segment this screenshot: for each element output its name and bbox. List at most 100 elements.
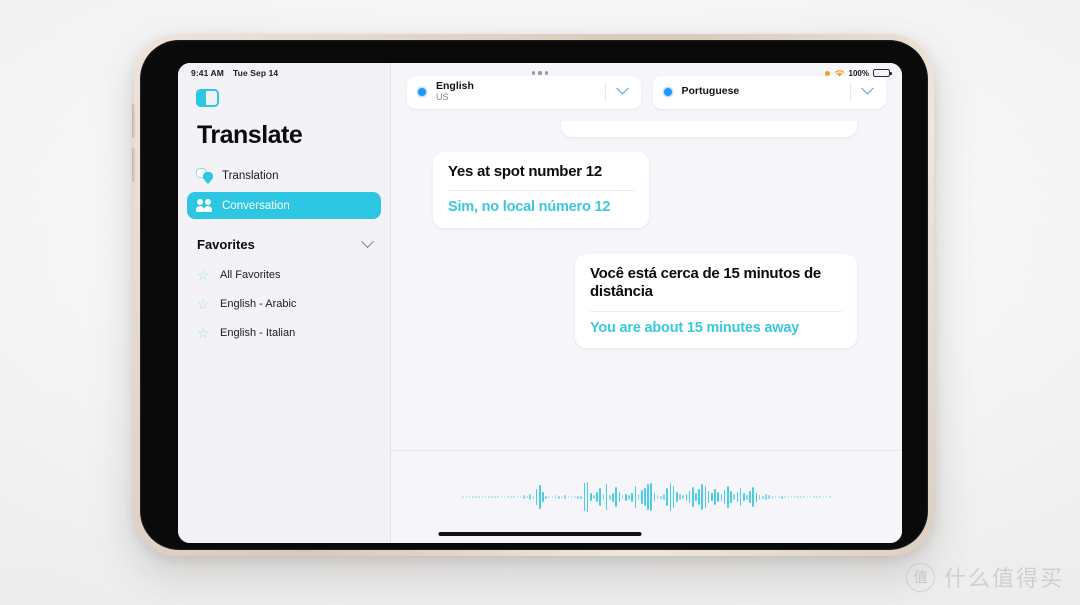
waveform-bar	[503, 496, 506, 498]
divider	[590, 310, 842, 312]
message-bubble[interactable]: Yes at spot number 12 Sim, no local núme…	[433, 152, 649, 228]
conversation-scroll-area[interactable]: Yes at spot number 12 Sim, no local núme…	[391, 121, 902, 451]
waveform-bar	[688, 491, 691, 503]
waveform-bar	[615, 487, 618, 507]
waveform-bar	[723, 490, 726, 504]
waveform-bar	[529, 494, 531, 500]
waveform-bar	[583, 483, 586, 511]
waveform-bar	[787, 496, 790, 498]
main-content: English US Portuguese Yes at spot number…	[391, 63, 902, 543]
star-icon: ☆	[196, 267, 210, 283]
page-title: Translate	[197, 121, 303, 149]
waveform-bar	[478, 496, 480, 498]
waveform-bar	[717, 492, 720, 502]
chevron-down-icon[interactable]	[361, 235, 374, 249]
waveform-bar	[542, 492, 544, 502]
waveform-bar	[813, 496, 815, 498]
waveform-bar	[755, 492, 758, 502]
watermark-text: 什么值得买	[943, 567, 1064, 592]
waveform-bar	[602, 494, 605, 500]
waveform-bar	[762, 495, 764, 499]
target-language-name: Portuguese	[681, 85, 740, 98]
waveform-bar	[586, 482, 589, 512]
waveform-bar	[720, 493, 723, 501]
microphone-input-area[interactable]	[391, 451, 902, 543]
sidebar: Translate Translation Conversation Favor…	[178, 63, 391, 543]
waveform-bar	[781, 495, 783, 499]
waveform-bar	[516, 496, 519, 498]
sidebar-item-label: Translation	[222, 169, 279, 182]
waveform-bar	[637, 494, 640, 500]
star-icon: ☆	[196, 325, 210, 341]
waveform-bar	[816, 496, 818, 498]
message-bubble[interactable]: Você está cerca de 15 minutos de distânc…	[575, 254, 857, 349]
target-language-selector[interactable]: Portuguese	[652, 75, 886, 109]
selected-radio-dot-icon	[418, 88, 426, 96]
favorite-item-english-italian[interactable]: ☆ English - Italian	[187, 320, 381, 346]
waveform-bar	[711, 493, 713, 501]
waveform-bar	[771, 495, 774, 499]
favorites-header[interactable]: Favorites	[197, 235, 374, 252]
waveform-bar	[768, 495, 771, 499]
waveform-bar	[494, 496, 496, 498]
two-people-icon	[196, 198, 213, 213]
sidebar-toggle-icon[interactable]	[196, 89, 219, 107]
waveform-bar	[739, 488, 742, 506]
divider	[850, 82, 851, 102]
waveform-bar	[765, 494, 767, 500]
favorites-list: ☆ All Favorites ☆ English - Arabic ☆ Eng…	[178, 262, 390, 346]
waveform-bar	[475, 496, 477, 498]
favorite-item-label: English - Italian	[220, 327, 296, 339]
waveform-bar	[561, 496, 563, 498]
volume-up-button[interactable]	[132, 104, 135, 138]
source-language-selector[interactable]: English US	[407, 75, 641, 109]
source-language-region: US	[436, 92, 449, 103]
waveform-bar	[819, 496, 822, 498]
waveform-bar	[577, 495, 579, 499]
waveform-bar	[746, 494, 748, 500]
waveform-bar	[605, 484, 608, 510]
waveform-bar	[752, 487, 755, 507]
chevron-down-icon[interactable]	[861, 81, 874, 95]
favorite-item-all[interactable]: ☆ All Favorites	[187, 262, 381, 288]
waveform-bar	[535, 489, 538, 505]
waveform-bar	[513, 496, 516, 498]
waveform-bar	[612, 492, 614, 502]
waveform-bar	[564, 495, 567, 499]
waveform-bar	[777, 496, 780, 498]
waveform-bar	[707, 491, 710, 503]
waveform-bar	[634, 486, 637, 508]
message-source-text: Yes at spot number 12	[448, 163, 602, 180]
favorite-item-english-arabic[interactable]: ☆ English - Arabic	[187, 291, 381, 317]
waveform-bar	[484, 496, 487, 498]
waveform-bar	[714, 489, 716, 505]
language-selector-bar: English US Portuguese	[391, 63, 902, 121]
waveform-bar	[507, 496, 509, 498]
waveform-bar	[462, 496, 465, 498]
home-indicator[interactable]	[438, 532, 642, 536]
waveform-bar	[491, 496, 493, 498]
waveform-bar	[685, 493, 688, 501]
sidebar-item-translation[interactable]: Translation	[187, 162, 381, 189]
waveform-bar	[672, 486, 675, 508]
waveform-bar	[774, 496, 777, 498]
chevron-down-icon[interactable]	[615, 81, 629, 95]
waveform-bar	[593, 495, 595, 499]
volume-down-button[interactable]	[132, 148, 135, 182]
waveform-bar	[558, 495, 560, 499]
ipad-device: 9:41 AM Tue Sep 14 100% Translate Transl…	[132, 34, 934, 556]
translate-app: Translate Translation Conversation Favor…	[178, 63, 902, 543]
waveform-bar	[828, 496, 831, 498]
message-source-text: Você está cerca de 15 minutos de distânc…	[590, 265, 821, 301]
audio-waveform	[462, 480, 831, 514]
waveform-bar	[698, 489, 700, 505]
divider	[448, 190, 635, 192]
waveform-bar	[691, 487, 694, 507]
waveform-bar	[468, 496, 471, 498]
waveform-bar	[726, 486, 729, 508]
speech-bubbles-icon	[196, 168, 213, 183]
waveform-bar	[596, 492, 598, 502]
waveform-bar	[742, 493, 745, 501]
waveform-bar	[522, 495, 525, 499]
sidebar-item-conversation[interactable]: Conversation	[187, 192, 381, 219]
